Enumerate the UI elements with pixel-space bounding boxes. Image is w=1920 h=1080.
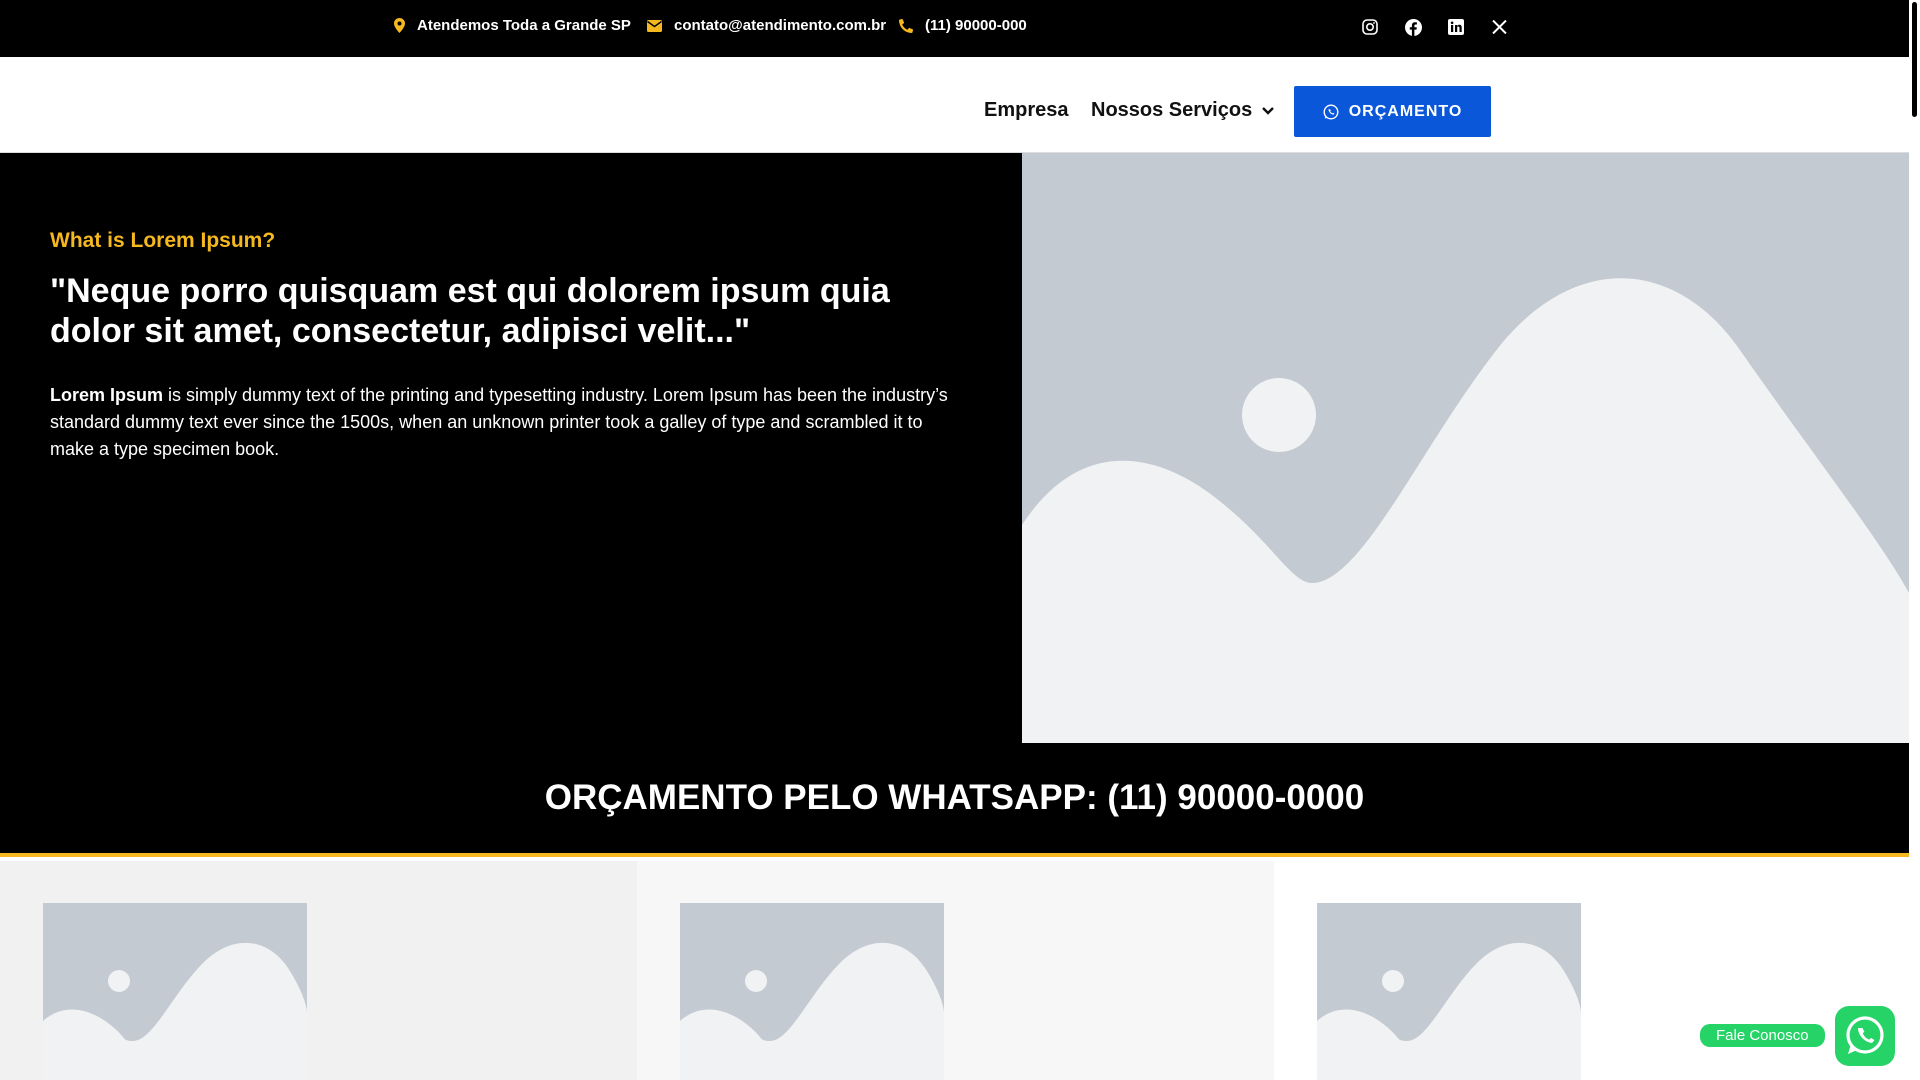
- hero-body: Lorem Ipsum is simply dummy text of the …: [50, 382, 960, 463]
- nav-empresa[interactable]: Empresa: [984, 99, 1069, 122]
- whatsapp-banner: ORÇAMENTO PELO WHATSAPP: (11) 90000-0000: [0, 743, 1909, 857]
- orcamento-label: ORÇAMENTO: [1348, 102, 1463, 120]
- linkedin-icon[interactable]: [1445, 16, 1467, 38]
- card-placeholder-image: [680, 903, 944, 1080]
- facebook-icon[interactable]: [1402, 16, 1424, 38]
- instagram-icon[interactable]: [1359, 16, 1381, 38]
- hero-body-bold: Lorem Ipsum: [50, 385, 164, 405]
- fale-conosco-label[interactable]: Fale Conosco: [1700, 1024, 1825, 1047]
- main-navigation: Empresa Nossos Serviços ORÇAMENTO: [0, 57, 1909, 153]
- service-card: [637, 861, 1274, 1080]
- email-text[interactable]: contato@atendimento.com.br: [674, 17, 886, 34]
- location-text: Atendemos Toda a Grande SP: [417, 17, 631, 34]
- phone-info[interactable]: (11) 90000-000: [899, 17, 1027, 34]
- email-info[interactable]: contato@atendimento.com.br: [647, 17, 886, 34]
- top-bar: Atendemos Toda a Grande SP contato@atend…: [0, 0, 1909, 57]
- hero-body-rest: is simply dummy text of the printing and…: [50, 385, 948, 459]
- whatsapp-icon: [1323, 103, 1339, 120]
- service-card: [1274, 861, 1909, 1080]
- nav-nossos-servicos[interactable]: Nossos Serviços: [1091, 99, 1275, 122]
- hero-section: What is Lorem Ipsum? "Neque porro quisqu…: [0, 153, 1909, 743]
- whatsapp-icon: [1846, 1016, 1884, 1054]
- hero-eyebrow: What is Lorem Ipsum?: [50, 229, 276, 252]
- hero-headline: "Neque porro quisquam est qui dolorem ip…: [50, 272, 890, 350]
- phone-text[interactable]: (11) 90000-000: [925, 17, 1027, 34]
- page: Atendemos Toda a Grande SP contato@atend…: [0, 0, 1920, 1080]
- location-info: Atendemos Toda a Grande SP: [394, 17, 631, 34]
- orcamento-button[interactable]: ORÇAMENTO: [1294, 86, 1491, 137]
- phone-icon: [899, 18, 913, 33]
- card-placeholder-image: [1317, 903, 1581, 1080]
- map-pin-icon: [394, 18, 405, 33]
- nav-nossos-servicos-label: Nossos Serviços: [1091, 99, 1253, 121]
- x-icon[interactable]: [1488, 16, 1510, 38]
- chevron-down-icon: [1262, 106, 1275, 115]
- page-scrollbar[interactable]: [1909, 0, 1920, 1080]
- hero-placeholder-image: [1022, 153, 1909, 743]
- whatsapp-float-button[interactable]: [1835, 1006, 1895, 1066]
- card-placeholder-image: [43, 903, 307, 1080]
- scrollbar-thumb[interactable]: [1912, 2, 1917, 117]
- service-card: [0, 861, 637, 1080]
- whatsapp-banner-text: ORÇAMENTO PELO WHATSAPP: (11) 90000-0000: [544, 778, 1365, 817]
- envelope-icon: [647, 19, 662, 32]
